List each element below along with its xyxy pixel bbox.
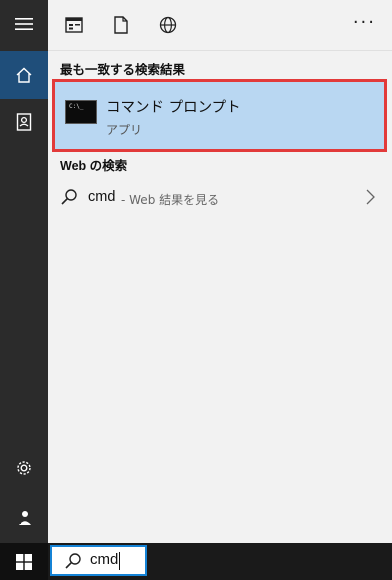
command-prompt-icon: C:\_ — [65, 100, 97, 124]
web-filter-button[interactable] — [156, 13, 180, 37]
settings-icon — [17, 461, 31, 475]
left-rail — [0, 0, 48, 543]
globe-icon — [159, 16, 177, 34]
taskbar-search-box[interactable]: cmd — [50, 545, 147, 576]
web-query-hint: - Web 結果を見る — [121, 193, 220, 207]
documents-filter-button[interactable] — [109, 13, 133, 37]
contact-book-button[interactable] — [0, 98, 48, 146]
search-input[interactable]: cmd — [90, 551, 121, 570]
start-search-window: ··· 最も一致する検索結果 C:\_ コマンド プロンプト アプリ Web の… — [0, 0, 392, 580]
start-button[interactable] — [0, 543, 48, 580]
web-search-heading: Web の検索 — [60, 159, 128, 173]
web-query-text: cmd — [88, 189, 116, 205]
apps-filter-button[interactable] — [62, 13, 86, 37]
user-icon — [17, 511, 31, 525]
search-icon — [61, 189, 77, 205]
result-title: コマンド プロンプト — [106, 100, 241, 116]
home-icon — [16, 67, 32, 83]
home-button[interactable] — [0, 51, 48, 99]
contact-book-icon — [16, 113, 32, 131]
result-subtitle: アプリ — [106, 123, 143, 137]
best-match-heading: 最も一致する検索結果 — [60, 63, 186, 77]
settings-button[interactable] — [0, 444, 48, 492]
taskbar: cmd — [48, 543, 392, 580]
hamburger-menu-button[interactable] — [0, 0, 48, 48]
user-button[interactable] — [0, 494, 48, 542]
web-search-result[interactable]: cmd - Web 結果を見る — [48, 178, 392, 218]
hamburger-icon — [15, 18, 33, 30]
text-caret — [119, 551, 121, 570]
results-toolbar: ··· — [48, 0, 392, 51]
search-results-panel: ··· 最も一致する検索結果 C:\_ コマンド プロンプト アプリ Web の… — [48, 0, 392, 543]
chevron-right-icon[interactable] — [364, 188, 376, 206]
search-icon — [65, 552, 81, 569]
more-options-button[interactable]: ··· — [353, 12, 376, 33]
best-match-result[interactable]: C:\_ コマンド プロンプト アプリ — [52, 79, 387, 152]
document-icon — [114, 16, 128, 34]
windows-logo-icon — [16, 553, 32, 570]
app-list-icon — [65, 17, 83, 33]
